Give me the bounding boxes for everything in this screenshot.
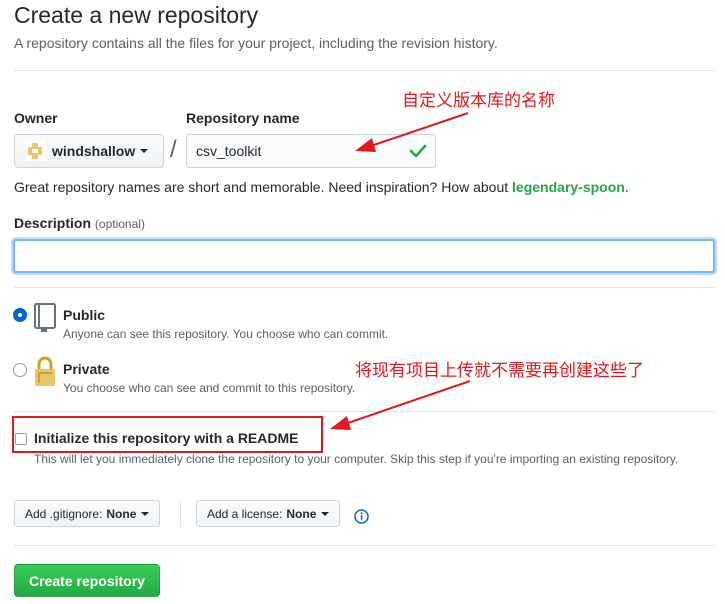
annotation-arrows [330, 112, 471, 430]
